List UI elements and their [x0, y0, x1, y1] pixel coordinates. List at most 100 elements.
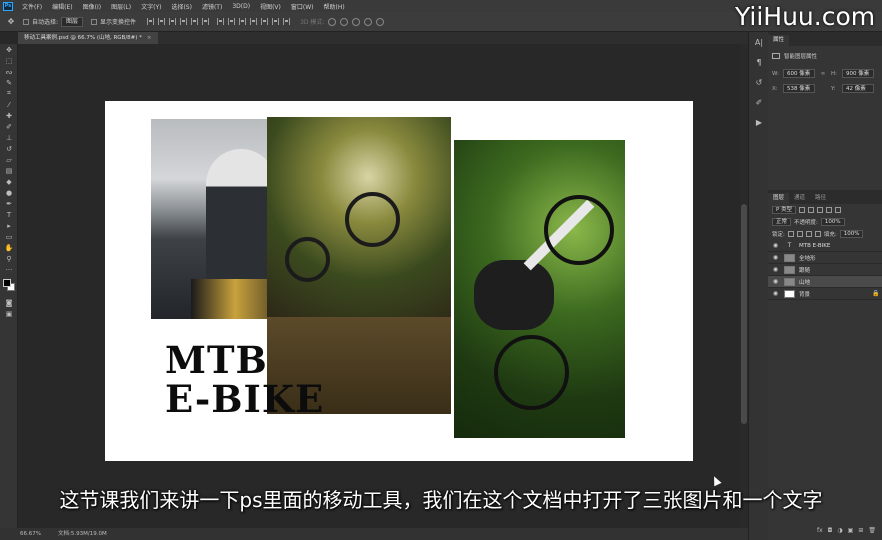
menu-select[interactable]: 选择(S): [166, 2, 197, 11]
lock-pixels-icon[interactable]: [796, 231, 803, 237]
brush-panel-icon[interactable]: ✐: [749, 92, 769, 112]
height-field[interactable]: 900 像素: [842, 69, 874, 78]
layer-row[interactable]: ◉ 全地形: [768, 252, 882, 264]
hand-tool-icon[interactable]: ✋: [0, 242, 18, 253]
kind-filter-dropdown[interactable]: P 类型: [772, 206, 797, 214]
layer-row[interactable]: ◉ 背景 🔒: [768, 288, 882, 300]
photo-bike-wheelie[interactable]: [454, 140, 625, 438]
align-hcenter-icon[interactable]: [191, 18, 199, 25]
lasso-tool-icon[interactable]: ᔓ: [0, 66, 18, 77]
clone-stamp-tool-icon[interactable]: ⊥: [0, 132, 18, 143]
filter-pixel-icon[interactable]: [799, 207, 806, 213]
3d-slide-icon[interactable]: [364, 17, 373, 26]
align-right-icon[interactable]: [202, 18, 210, 25]
tab-properties[interactable]: 属性: [768, 35, 790, 46]
history-brush-tool-icon[interactable]: ↺: [0, 143, 18, 154]
auto-select-dropdown[interactable]: 图层: [61, 16, 84, 27]
healing-brush-tool-icon[interactable]: ✚: [0, 110, 18, 121]
actions-panel-icon[interactable]: ▶: [749, 112, 769, 132]
menu-type[interactable]: 文字(Y): [136, 2, 166, 11]
opacity-field[interactable]: 100%: [820, 218, 845, 226]
menu-file[interactable]: 文件(F): [17, 2, 47, 11]
quick-select-tool-icon[interactable]: ✎: [0, 77, 18, 88]
group-icon[interactable]: ▣: [848, 527, 854, 534]
filter-type-icon[interactable]: [817, 207, 824, 213]
3d-roll-icon[interactable]: [340, 17, 349, 26]
document-canvas[interactable]: MTB E-BIKE: [105, 101, 693, 461]
screen-mode-icon[interactable]: ▣: [0, 308, 18, 319]
history-panel-icon[interactable]: ↺: [749, 72, 769, 92]
distribute-hcenter-icon[interactable]: [261, 18, 269, 25]
vertical-scrollbar[interactable]: [740, 44, 748, 528]
align-top-icon[interactable]: [147, 18, 155, 25]
menu-window[interactable]: 窗口(W): [286, 2, 319, 11]
layer-row-selected[interactable]: ◉ 山地: [768, 276, 882, 288]
3d-rotate-icon[interactable]: [328, 17, 337, 26]
y-field[interactable]: 42 像素: [842, 84, 874, 93]
more-tools-icon[interactable]: ···: [0, 264, 18, 275]
tab-layers[interactable]: 图层: [768, 193, 790, 204]
eye-icon[interactable]: ◉: [771, 254, 780, 261]
eye-icon[interactable]: ◉: [771, 278, 780, 285]
move-tool-icon[interactable]: ✥: [6, 17, 16, 27]
brush-tool-icon[interactable]: ✐: [0, 121, 18, 132]
eye-icon[interactable]: ◉: [771, 290, 780, 297]
layer-row[interactable]: ◉ 跟随: [768, 264, 882, 276]
zoom-level[interactable]: 66.67%: [20, 528, 41, 540]
eyedropper-tool-icon[interactable]: ⁄: [0, 99, 18, 110]
foreground-color-swatch[interactable]: [3, 279, 11, 287]
new-layer-icon[interactable]: ⊞: [858, 527, 863, 534]
marquee-tool-icon[interactable]: ⬚: [0, 55, 18, 66]
filter-smart-icon[interactable]: [835, 207, 842, 213]
crop-tool-icon[interactable]: ⌗: [0, 88, 18, 99]
quick-mask-icon[interactable]: ◙: [0, 297, 18, 308]
gradient-tool-icon[interactable]: ▤: [0, 165, 18, 176]
auto-select-checkbox[interactable]: [23, 18, 29, 25]
3d-scale-icon[interactable]: [376, 17, 385, 26]
filter-adjust-icon[interactable]: [808, 207, 815, 213]
document-tab[interactable]: 移动工具案例.psd @ 66.7% (山地, RGB/8#) * ×: [18, 32, 158, 44]
3d-drag-icon[interactable]: [352, 17, 361, 26]
blend-mode-dropdown[interactable]: 正常: [772, 218, 792, 226]
eye-icon[interactable]: ◉: [771, 266, 780, 273]
menu-image[interactable]: 图像(I): [78, 2, 106, 11]
eye-icon[interactable]: ◉: [771, 242, 780, 249]
lock-transparent-icon[interactable]: [787, 231, 794, 237]
blur-tool-icon[interactable]: ◆: [0, 176, 18, 187]
distribute-right-icon[interactable]: [272, 18, 280, 25]
path-select-tool-icon[interactable]: ▸: [0, 220, 18, 231]
menu-help[interactable]: 帮助(H): [319, 2, 350, 11]
adjustment-icon[interactable]: ◑: [837, 527, 842, 534]
menu-view[interactable]: 视图(V): [255, 2, 286, 11]
menu-3d[interactable]: 3D(D): [227, 3, 255, 10]
dodge-tool-icon[interactable]: ●: [0, 187, 18, 198]
align-vcenter-icon[interactable]: [158, 18, 166, 25]
scrollbar-thumb[interactable]: [741, 204, 747, 424]
lock-position-icon[interactable]: [805, 231, 812, 237]
fill-field[interactable]: 100%: [839, 230, 864, 238]
mtb-ebike-text-layer[interactable]: MTB E-BIKE: [165, 341, 324, 419]
filter-shape-icon[interactable]: [826, 207, 833, 213]
character-panel-icon[interactable]: A|: [749, 32, 769, 52]
menu-filter[interactable]: 滤镜(T): [197, 2, 227, 11]
pen-tool-icon[interactable]: ✒: [0, 198, 18, 209]
eraser-tool-icon[interactable]: ▱: [0, 154, 18, 165]
x-field[interactable]: 538 像素: [783, 84, 815, 93]
shape-tool-icon[interactable]: ▭: [0, 231, 18, 242]
tab-paths[interactable]: 路径: [810, 193, 831, 204]
distribute-vcenter-icon[interactable]: [228, 18, 236, 25]
paragraph-panel-icon[interactable]: ¶: [749, 52, 769, 72]
align-left-icon[interactable]: [180, 18, 188, 25]
type-tool-icon[interactable]: T: [0, 209, 18, 220]
auto-align-icon[interactable]: [283, 18, 291, 25]
mask-icon[interactable]: ◘: [828, 527, 833, 534]
layer-row[interactable]: ◉ T MTB E-BIKE: [768, 240, 882, 252]
link-icon[interactable]: ∞: [818, 71, 828, 77]
trash-icon[interactable]: 🗑: [868, 527, 876, 534]
align-bottom-icon[interactable]: [169, 18, 177, 25]
move-tool-icon[interactable]: ✥: [0, 44, 18, 55]
menu-layer[interactable]: 图层(L): [106, 2, 136, 11]
document-info[interactable]: 文档:5.93M/19.0M: [58, 528, 107, 540]
fx-icon[interactable]: fx: [817, 527, 823, 534]
distribute-bottom-icon[interactable]: [239, 18, 247, 25]
